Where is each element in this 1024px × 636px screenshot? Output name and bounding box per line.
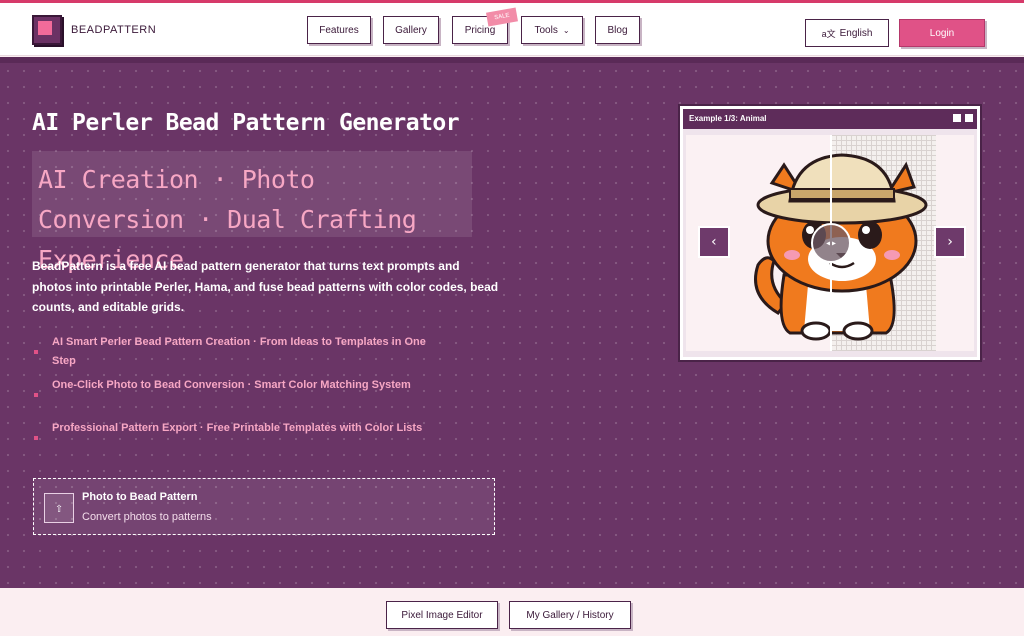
- example-title: Example 1/3: Animal: [689, 114, 767, 123]
- language-selector[interactable]: a文 English: [805, 19, 889, 47]
- page-title: AI Perler Bead Pattern Generator: [32, 110, 460, 136]
- upload-title: Photo to Bead Pattern: [82, 491, 198, 503]
- nav-gallery[interactable]: Gallery: [383, 16, 439, 44]
- chevron-right-icon: ›: [945, 234, 955, 250]
- nav-tools[interactable]: Tools ⌄: [521, 16, 583, 44]
- chevron-left-icon: ‹: [709, 234, 719, 250]
- nav-tools-label: Tools: [534, 24, 558, 36]
- bullet-icon: [34, 350, 38, 354]
- window-square-icon: [953, 114, 961, 122]
- bullet-icon: [34, 436, 38, 440]
- pixel-editor-button[interactable]: Pixel Image Editor: [386, 601, 498, 629]
- login-button[interactable]: Login: [899, 19, 985, 47]
- next-example-button[interactable]: ›: [934, 226, 966, 258]
- bullet-icon: [34, 393, 38, 397]
- window-square-icon: [965, 114, 973, 122]
- logo-icon[interactable]: [32, 15, 62, 45]
- feature-item: One-Click Photo to Bead Conversion · Sma…: [52, 379, 411, 391]
- chevron-down-icon: ⌄: [562, 25, 570, 35]
- feature-item: AI Smart Perler Bead Pattern Creation · …: [52, 336, 426, 367]
- photo-upload-dropzone[interactable]: ⇧ Photo to Bead Pattern Convert photos t…: [33, 478, 495, 535]
- upload-icon: ⇧: [44, 493, 74, 523]
- hero-description: BeadPattern is a free AI bead pattern ge…: [32, 259, 499, 314]
- gallery-history-button[interactable]: My Gallery / History: [509, 601, 631, 629]
- feature-item: Professional Pattern Export · Free Print…: [52, 422, 423, 434]
- brand-name[interactable]: BEADPATTERN: [71, 24, 156, 36]
- example-titlebar: Example 1/3: Animal: [683, 109, 977, 129]
- nav-blog[interactable]: Blog: [595, 16, 640, 44]
- site-header: BEADPATTERN Features Gallery Pricing SAL…: [0, 3, 1024, 56]
- sale-badge: SALE: [486, 7, 518, 27]
- nav-features[interactable]: Features: [307, 16, 371, 44]
- language-label: English: [839, 27, 873, 39]
- translate-icon: a文: [821, 28, 836, 39]
- upload-subtitle: Convert photos to patterns: [82, 511, 212, 523]
- compare-slider-handle[interactable]: ◂▸: [811, 223, 851, 263]
- prev-example-button[interactable]: ‹: [698, 226, 730, 258]
